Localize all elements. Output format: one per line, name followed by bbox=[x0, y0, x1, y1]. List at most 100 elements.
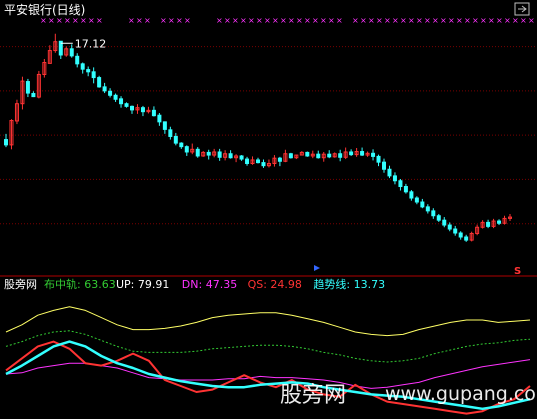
candle-body bbox=[360, 151, 365, 156]
candle-body bbox=[277, 157, 282, 162]
signal-marker-icon: × bbox=[296, 16, 303, 25]
signal-marker-icon: × bbox=[312, 16, 319, 25]
candle-body bbox=[162, 121, 167, 130]
candle-body bbox=[382, 161, 386, 170]
signal-marker-icon: × bbox=[472, 16, 479, 25]
signal-marker-icon: × bbox=[352, 16, 359, 25]
candle-body bbox=[431, 210, 436, 217]
candle-body bbox=[392, 175, 397, 182]
signal-marker-icon: × bbox=[232, 16, 239, 25]
signal-marker-icon: × bbox=[256, 16, 263, 25]
signal-marker-icon: × bbox=[408, 16, 415, 25]
signal-marker-icon: × bbox=[376, 16, 383, 25]
candle-body bbox=[4, 139, 8, 146]
candle-body bbox=[91, 71, 96, 79]
candle-body bbox=[179, 142, 184, 148]
legend-entry: UP: 79.91 bbox=[116, 278, 169, 291]
candle-body bbox=[425, 206, 430, 212]
candlesticks bbox=[4, 33, 512, 242]
signal-marker-icon: × bbox=[416, 16, 423, 25]
candle-body bbox=[256, 159, 260, 164]
candle-body bbox=[305, 151, 310, 157]
legend-entry: DN: 47.35 bbox=[182, 278, 237, 291]
candle-body bbox=[288, 153, 293, 159]
signal-marker-icon: × bbox=[400, 16, 407, 25]
watermark-text: 股旁网 bbox=[280, 383, 346, 408]
candle-body bbox=[442, 219, 447, 226]
signal-marker-icon: × bbox=[248, 16, 255, 25]
candle-body bbox=[420, 201, 425, 208]
signal-marker-icon: × bbox=[168, 16, 175, 25]
candle-body bbox=[398, 180, 403, 188]
signal-marker-icon: × bbox=[304, 16, 311, 25]
candle-body bbox=[86, 69, 91, 73]
signal-marker-icon: × bbox=[320, 16, 327, 25]
signal-markers: × × × × × × × × × × × × × × × × × × × × × × × × × × × × × × × × × × × × × × × ×… bbox=[40, 16, 535, 25]
candle-body bbox=[97, 77, 102, 88]
candle-body bbox=[119, 98, 124, 105]
signal-marker-icon: × bbox=[528, 16, 535, 25]
signal-marker-icon: × bbox=[336, 16, 343, 25]
signal-marker-icon: × bbox=[424, 16, 431, 25]
signal-marker-icon: × bbox=[160, 16, 167, 25]
signal-marker-icon: × bbox=[64, 16, 71, 25]
expand-icon bbox=[518, 5, 527, 13]
watermark-url: www.gupang.com bbox=[385, 383, 537, 405]
candle-body bbox=[184, 146, 189, 153]
signal-marker-icon: × bbox=[216, 16, 223, 25]
candle-body bbox=[316, 153, 321, 159]
signal-marker-icon: × bbox=[384, 16, 391, 25]
candle-body bbox=[239, 155, 244, 160]
candle-body bbox=[447, 224, 452, 230]
legend-entry: 趋势线: 13.73 bbox=[313, 277, 385, 291]
candle-body bbox=[497, 220, 502, 224]
candle-body bbox=[173, 135, 178, 144]
legend-entry: QS: 24.98 bbox=[248, 278, 302, 291]
signal-marker-icon: × bbox=[176, 16, 183, 25]
signal-marker-icon: × bbox=[96, 16, 103, 25]
signal-marker-icon: × bbox=[264, 16, 271, 25]
indicator-line-UP bbox=[5, 306, 531, 337]
scroll-arrow-icon[interactable] bbox=[314, 265, 320, 271]
candle-body bbox=[228, 153, 233, 159]
sell-signal-icon: S bbox=[514, 266, 521, 277]
candle-body bbox=[217, 151, 222, 158]
candle-body bbox=[261, 162, 266, 167]
signal-marker-icon: × bbox=[184, 16, 191, 25]
signal-marker-icon: × bbox=[488, 16, 495, 25]
chart-canvas: × × × × × × × × × × × × × × × × × × × × × × × × × × × × × × × × × × × × × × × ×… bbox=[0, 2, 537, 415]
candle-body bbox=[151, 109, 156, 117]
price-annotations: 17.1212.59 bbox=[60, 37, 106, 50]
candle-body bbox=[245, 158, 250, 164]
candle-body bbox=[31, 93, 36, 98]
signal-marker-icon: × bbox=[272, 16, 279, 25]
signal-marker-icon: × bbox=[72, 16, 79, 25]
signal-marker-icon: × bbox=[288, 16, 295, 25]
candle-body bbox=[387, 168, 392, 177]
signal-marker-icon: × bbox=[464, 16, 471, 25]
candle-body bbox=[458, 232, 463, 238]
signal-marker-icon: × bbox=[144, 16, 151, 25]
signal-marker-icon: × bbox=[392, 16, 399, 25]
candle-body bbox=[371, 152, 376, 157]
signal-marker-icon: × bbox=[480, 16, 487, 25]
candle-body bbox=[69, 48, 74, 57]
signal-marker-icon: × bbox=[328, 16, 335, 25]
signal-marker-icon: × bbox=[440, 16, 447, 25]
candle-body bbox=[327, 153, 332, 158]
signal-marker-icon: × bbox=[48, 16, 55, 25]
candle-body bbox=[403, 186, 408, 193]
signal-marker-icon: × bbox=[56, 16, 63, 25]
signal-marker-icon: × bbox=[280, 16, 287, 25]
indicator-legend: 股旁网 布中轨: 63.63 UP: 79.91 DN: 47.35 QS: 24.9… bbox=[4, 277, 385, 291]
candle-body bbox=[206, 151, 211, 156]
indicator-title: 股旁网 bbox=[4, 277, 37, 291]
stock-chart-window: × × × × × × × × × × × × × × × × × × × × × × × × × × × × × × × × × × × × × × × ×… bbox=[0, 0, 537, 419]
candle-body bbox=[409, 191, 414, 199]
signal-marker-icon: × bbox=[432, 16, 439, 25]
signal-marker-icon: × bbox=[224, 16, 231, 25]
candle-body bbox=[102, 86, 107, 92]
candle-body bbox=[486, 221, 491, 227]
signal-marker-icon: × bbox=[88, 16, 95, 25]
legend-entry: 布中轨: 63.63 bbox=[44, 277, 116, 291]
